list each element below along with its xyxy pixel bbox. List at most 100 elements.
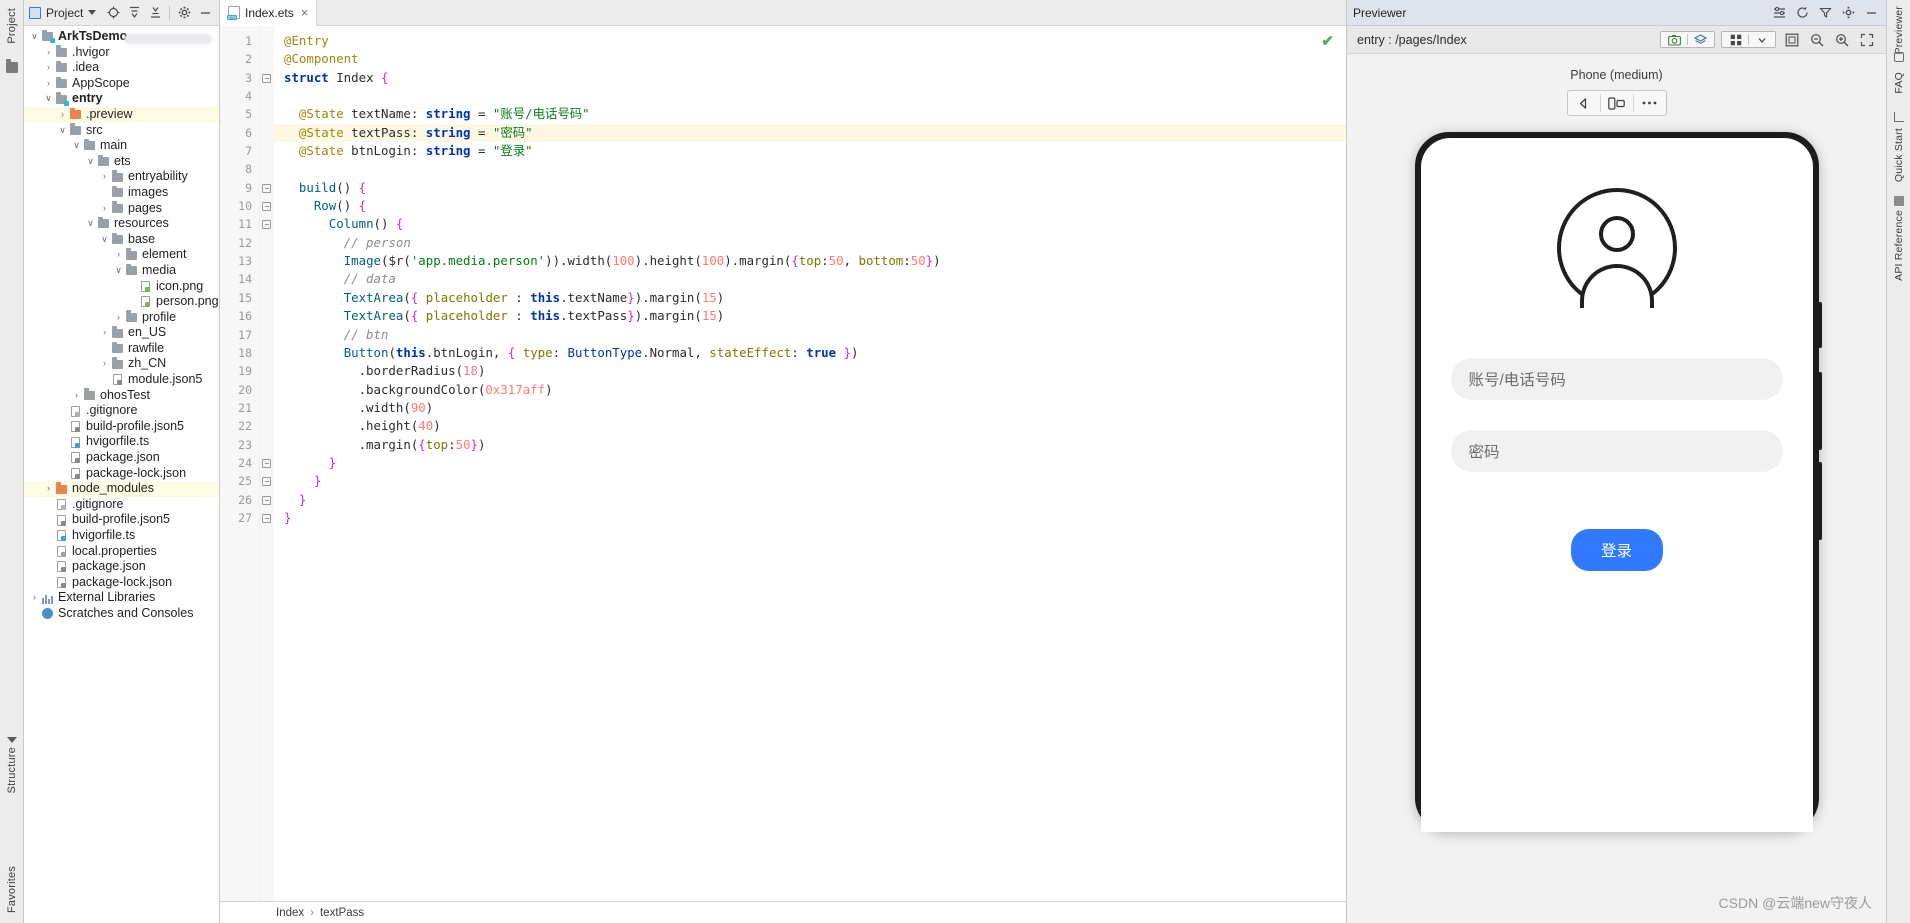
locate-icon[interactable] (106, 6, 120, 20)
tab-index-ets[interactable]: Index.ets × (220, 0, 318, 26)
tree-item-external-libraries[interactable]: › External Libraries (24, 590, 219, 606)
tree-toggle-arrow[interactable]: › (43, 60, 54, 76)
code-line[interactable]: struct Index { (274, 69, 1346, 87)
tree-item-package-json[interactable]: package.json (24, 559, 219, 575)
expand-icon[interactable] (1857, 30, 1876, 49)
tree-item-node-modules[interactable]: › node_modules (24, 481, 219, 497)
tree-toggle-arrow[interactable]: › (43, 45, 54, 61)
right-strip-apiref-label[interactable]: API Reference (1893, 210, 1905, 281)
chevron-down-icon[interactable] (88, 10, 97, 15)
fold-slot[interactable] (260, 381, 274, 399)
tree-toggle-arrow[interactable]: ∨ (29, 29, 40, 45)
tree-toggle-arrow[interactable]: › (29, 590, 40, 606)
tree-toggle-arrow[interactable]: › (99, 356, 110, 372)
code-line[interactable]: Button(this.btnLogin, { type: ButtonType… (274, 344, 1346, 362)
code-line[interactable]: Image($r('app.media.person')).width(100)… (274, 252, 1346, 270)
layers-icon[interactable] (1691, 30, 1710, 49)
code-fold-gutter[interactable] (260, 26, 274, 901)
login-button[interactable]: 登录 (1570, 529, 1663, 571)
fold-slot[interactable] (260, 252, 274, 270)
tree-toggle-arrow[interactable]: ∨ (43, 91, 54, 107)
right-strip-faq-label[interactable]: FAQ (1893, 72, 1905, 94)
fold-slot[interactable] (260, 270, 274, 288)
tree-item-en-us[interactable]: › en_US (24, 325, 219, 341)
refresh-icon[interactable] (1795, 6, 1809, 20)
code-line[interactable]: TextArea({ placeholder : this.textName})… (274, 289, 1346, 307)
tree-item-icon-png[interactable]: icon.png (24, 279, 219, 295)
fold-slot[interactable] (260, 491, 274, 509)
code-line[interactable]: .height(40) (274, 417, 1346, 435)
fold-marker-icon[interactable] (262, 183, 271, 193)
code-line[interactable]: TextArea({ placeholder : this.textPass})… (274, 307, 1346, 325)
tree-item-package-lock-json[interactable]: package-lock.json (24, 575, 219, 591)
code-line[interactable]: } (274, 509, 1346, 527)
fold-marker-icon[interactable] (262, 513, 271, 523)
tree-item-gitignore[interactable]: .gitignore (24, 497, 219, 513)
more-icon[interactable] (1634, 100, 1666, 106)
fold-slot[interactable] (260, 124, 274, 142)
chevron-down-icon[interactable] (1752, 30, 1771, 49)
tool-strip-favorites-label[interactable]: Favorites (6, 866, 18, 913)
tree-item-src[interactable]: ∨ src (24, 123, 219, 139)
tree-item-preview[interactable]: › .preview (24, 106, 219, 123)
fold-slot[interactable] (260, 362, 274, 380)
fit-icon[interactable] (1782, 30, 1801, 49)
code-line[interactable]: .borderRadius(18) (274, 362, 1346, 380)
tree-item-pages[interactable]: › pages (24, 201, 219, 217)
tree-item-gitignore[interactable]: .gitignore (24, 403, 219, 419)
code-content[interactable]: @Entry @Component struct Index { @State te… (274, 26, 1346, 901)
tree-item-build-profile-json5[interactable]: build-profile.json5 (24, 419, 219, 435)
tree-toggle-arrow[interactable]: ∨ (57, 123, 68, 139)
tree-item-main[interactable]: ∨ main (24, 138, 219, 154)
tool-strip-structure-label[interactable]: Structure (6, 747, 18, 793)
tree-item-hvigor[interactable]: › .hvigor (24, 45, 219, 61)
tree-item-hvigorfile-ts[interactable]: hvigorfile.ts (24, 434, 219, 450)
code-line[interactable]: } (274, 472, 1346, 490)
fold-slot[interactable] (260, 509, 274, 527)
tree-item-ohostest[interactable]: › ohosTest (24, 388, 219, 404)
breadcrumb-item-struct[interactable]: Index (276, 907, 304, 919)
tree-item-rawfile[interactable]: rawfile (24, 341, 219, 357)
tree-item-build-profile-json5[interactable]: build-profile.json5 (24, 512, 219, 528)
tree-toggle-arrow[interactable]: ∨ (85, 154, 96, 170)
fold-marker-icon[interactable] (262, 458, 271, 468)
tree-item-package-lock-json[interactable]: package-lock.json (24, 466, 219, 482)
tree-toggle-arrow[interactable]: › (57, 107, 68, 123)
tree-toggle-arrow[interactable]: ∨ (113, 263, 124, 279)
fold-slot[interactable] (260, 69, 274, 87)
tree-item-scratches-and-consoles[interactable]: Scratches and Consoles (24, 606, 219, 622)
fold-slot[interactable] (260, 344, 274, 362)
tree-toggle-arrow[interactable]: › (99, 325, 110, 341)
tree-item-resources[interactable]: ∨ resources (24, 216, 219, 232)
tree-item-entry[interactable]: ∨ entry (24, 91, 219, 107)
tree-item-zh-cn[interactable]: › zh_CN (24, 356, 219, 372)
password-textarea[interactable]: 密码 (1450, 430, 1783, 472)
fold-marker-icon[interactable] (262, 477, 271, 487)
fold-marker-icon[interactable] (262, 495, 271, 505)
code-editor[interactable]: 1 2 3 4 5 6 7 8 9 10 11 12 13 14 15 16 17 18 19 20 21 22 23 24 2… (220, 26, 1346, 901)
tree-toggle-arrow[interactable]: ∨ (99, 232, 110, 248)
code-line[interactable]: @State btnLogin: string = "登录" (274, 142, 1346, 160)
fold-slot[interactable] (260, 179, 274, 197)
code-line[interactable]: @Component (274, 50, 1346, 68)
code-line[interactable]: } (274, 454, 1346, 472)
fold-slot[interactable] (260, 87, 274, 105)
tree-item-base[interactable]: ∨ base (24, 232, 219, 248)
screenshot-icon[interactable] (1665, 30, 1684, 49)
code-line[interactable]: .backgroundColor(0x317aff) (274, 381, 1346, 399)
breadcrumb-item-member[interactable]: textPass (320, 907, 364, 919)
fold-slot[interactable] (260, 105, 274, 123)
zoom-out-icon[interactable] (1807, 30, 1826, 49)
code-line[interactable]: build() { (274, 179, 1346, 197)
fold-slot[interactable] (260, 326, 274, 344)
multi-device-icon[interactable] (1601, 96, 1633, 111)
tree-toggle-arrow[interactable]: ∨ (71, 138, 82, 154)
tool-strip-project-label[interactable]: Project (6, 8, 18, 44)
settings-sliders-icon[interactable] (1772, 6, 1786, 20)
code-line[interactable] (274, 160, 1346, 178)
gear-icon[interactable] (177, 6, 191, 20)
tree-item-profile[interactable]: › profile (24, 310, 219, 326)
fold-slot[interactable] (260, 50, 274, 68)
tree-toggle-arrow[interactable]: › (113, 310, 124, 326)
tree-item-hvigorfile-ts[interactable]: hvigorfile.ts (24, 528, 219, 544)
